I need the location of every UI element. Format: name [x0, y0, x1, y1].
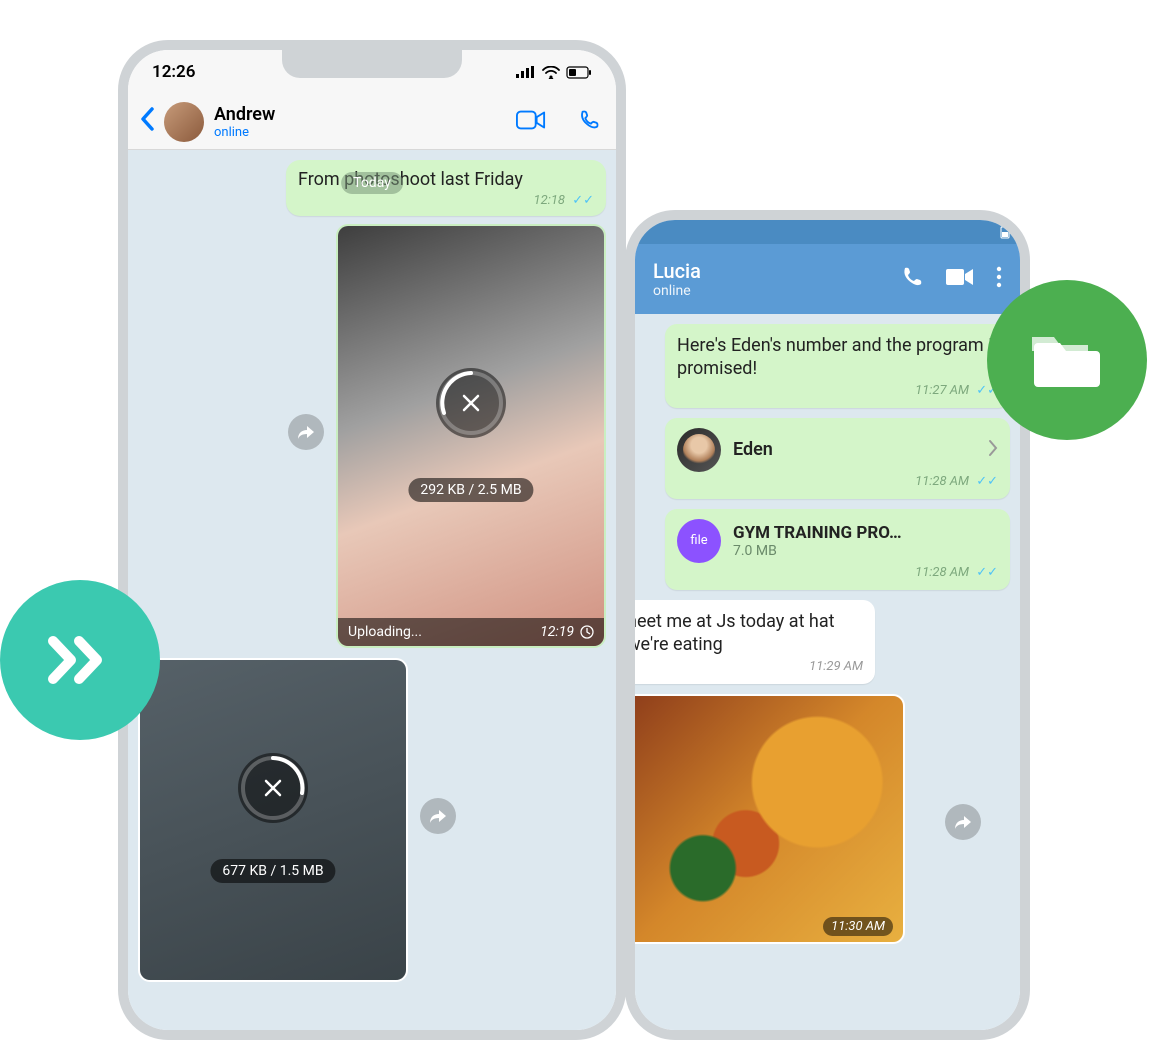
forward-button[interactable]	[945, 804, 981, 840]
chat-header: Lucia online	[635, 244, 1020, 314]
chevron-left-icon	[140, 107, 154, 131]
message-time: 12:19	[540, 624, 574, 640]
forward-button[interactable]	[288, 414, 324, 450]
android-status-bar	[635, 220, 1020, 244]
contact-avatar[interactable]	[164, 102, 204, 142]
decorative-badge-forward	[0, 580, 160, 740]
file-type-icon: file	[677, 519, 721, 563]
file-name: GYM TRAINING PRO…	[733, 523, 998, 543]
message-bubble-outgoing[interactable]: From photoshoot last Friday 12:18 ✓✓	[286, 160, 606, 216]
battery-icon	[1000, 225, 1010, 239]
folder-icon	[1028, 329, 1106, 391]
read-ticks-icon: ✓✓	[976, 474, 998, 489]
message-bubble-outgoing[interactable]: Here's Eden's number and the program I p…	[665, 324, 1010, 408]
upload-cancel-button[interactable]	[436, 368, 506, 438]
forward-arrow-icon	[954, 814, 972, 830]
double-chevron-right-icon	[45, 635, 115, 685]
forward-arrow-icon	[297, 424, 315, 440]
contact-name: Lucia	[653, 259, 878, 283]
close-x-icon	[460, 392, 482, 414]
download-progress-label: 677 KB / 1.5 MB	[210, 859, 335, 883]
video-call-button[interactable]	[946, 267, 974, 291]
chevron-right-icon	[988, 438, 998, 462]
status-icons	[516, 66, 592, 79]
chat-body[interactable]: Here's Eden's number and the program I p…	[635, 314, 1020, 1030]
download-cancel-button[interactable]	[238, 753, 308, 823]
date-separator: Today	[341, 172, 403, 194]
message-time: 11:28 AM	[915, 474, 969, 489]
message-meta: 11:28 AM ✓✓	[677, 474, 998, 489]
back-button[interactable]	[140, 104, 154, 139]
cellular-signal-icon	[516, 66, 536, 78]
contact-status: online	[214, 125, 506, 140]
contact-name-block[interactable]: Andrew online	[214, 104, 506, 140]
video-call-button[interactable]	[516, 109, 546, 135]
media-footer: Uploading... 12:19	[338, 618, 604, 646]
more-options-button[interactable]	[996, 266, 1002, 292]
photo-blurred: 677 KB / 1.5 MB	[140, 660, 406, 980]
message-time: 11:29 AM	[809, 659, 863, 674]
contact-name: Andrew	[214, 104, 506, 125]
message-time: 11:30 AM	[823, 917, 893, 936]
voice-call-button[interactable]	[574, 109, 604, 135]
photo-content: 292 KB / 2.5 MB	[338, 226, 604, 646]
video-camera-icon	[946, 267, 974, 287]
chat-body[interactable]: Today From photoshoot last Friday 12:18 …	[128, 150, 616, 1030]
file-size: 7.0 MB	[733, 543, 998, 559]
contact-name-block[interactable]: Lucia online	[653, 259, 878, 299]
more-vertical-icon	[996, 266, 1002, 288]
message-bubble-incoming[interactable]: neet me at Js today at hat we're eating …	[635, 600, 875, 684]
upload-progress-label: 292 KB / 2.5 MB	[408, 478, 533, 502]
message-meta: 11:27 AM ✓✓	[677, 383, 998, 398]
message-contact-card[interactable]: Eden 11:28 AM ✓✓	[665, 418, 1010, 499]
notch	[282, 50, 462, 78]
forward-button[interactable]	[420, 798, 456, 834]
message-file-attachment[interactable]: file GYM TRAINING PRO… 7.0 MB 11:28 AM ✓…	[665, 509, 1010, 590]
wifi-icon	[542, 66, 560, 79]
read-ticks-icon: ✓✓	[572, 193, 594, 208]
contact-card-name: Eden	[733, 439, 976, 460]
phone-mockup-android: Lucia online Here's Eden's number and th…	[625, 210, 1030, 1040]
close-x-icon	[262, 777, 284, 799]
message-text: Here's Eden's number and the program I p…	[677, 334, 998, 381]
read-ticks-icon: ✓✓	[976, 565, 998, 580]
contact-status: online	[653, 283, 878, 299]
message-time: 12:18	[534, 193, 565, 208]
decorative-badge-files	[987, 280, 1147, 440]
phone-icon	[900, 265, 924, 289]
battery-icon	[566, 66, 592, 79]
chat-header: Andrew online	[128, 94, 616, 150]
message-time: 11:28 AM	[915, 565, 969, 580]
message-meta: 11:29 AM	[635, 659, 863, 674]
message-meta: 11:28 AM ✓✓	[677, 565, 998, 580]
contact-card-avatar	[677, 428, 721, 472]
message-photo-incoming[interactable]: 11:30 AM	[635, 694, 905, 944]
ios-status-bar: 12:26	[128, 50, 616, 94]
message-time: 11:27 AM	[915, 383, 969, 398]
upload-status: Uploading...	[348, 624, 422, 640]
message-media-downloading[interactable]: 677 KB / 1.5 MB	[138, 658, 408, 982]
clock-icon	[580, 625, 594, 639]
phone-icon	[574, 109, 604, 131]
status-time: 12:26	[152, 62, 195, 82]
forward-arrow-icon	[429, 808, 447, 824]
voice-call-button[interactable]	[900, 265, 924, 293]
video-camera-icon	[516, 109, 546, 131]
message-text: neet me at Js today at hat we're eating	[635, 610, 863, 657]
message-meta: 12:18 ✓✓	[298, 193, 594, 208]
message-media-uploading[interactable]: 292 KB / 2.5 MB Uploading... 12:19	[336, 224, 606, 648]
phone-mockup-ios: 12:26 Andrew online	[118, 40, 626, 1040]
